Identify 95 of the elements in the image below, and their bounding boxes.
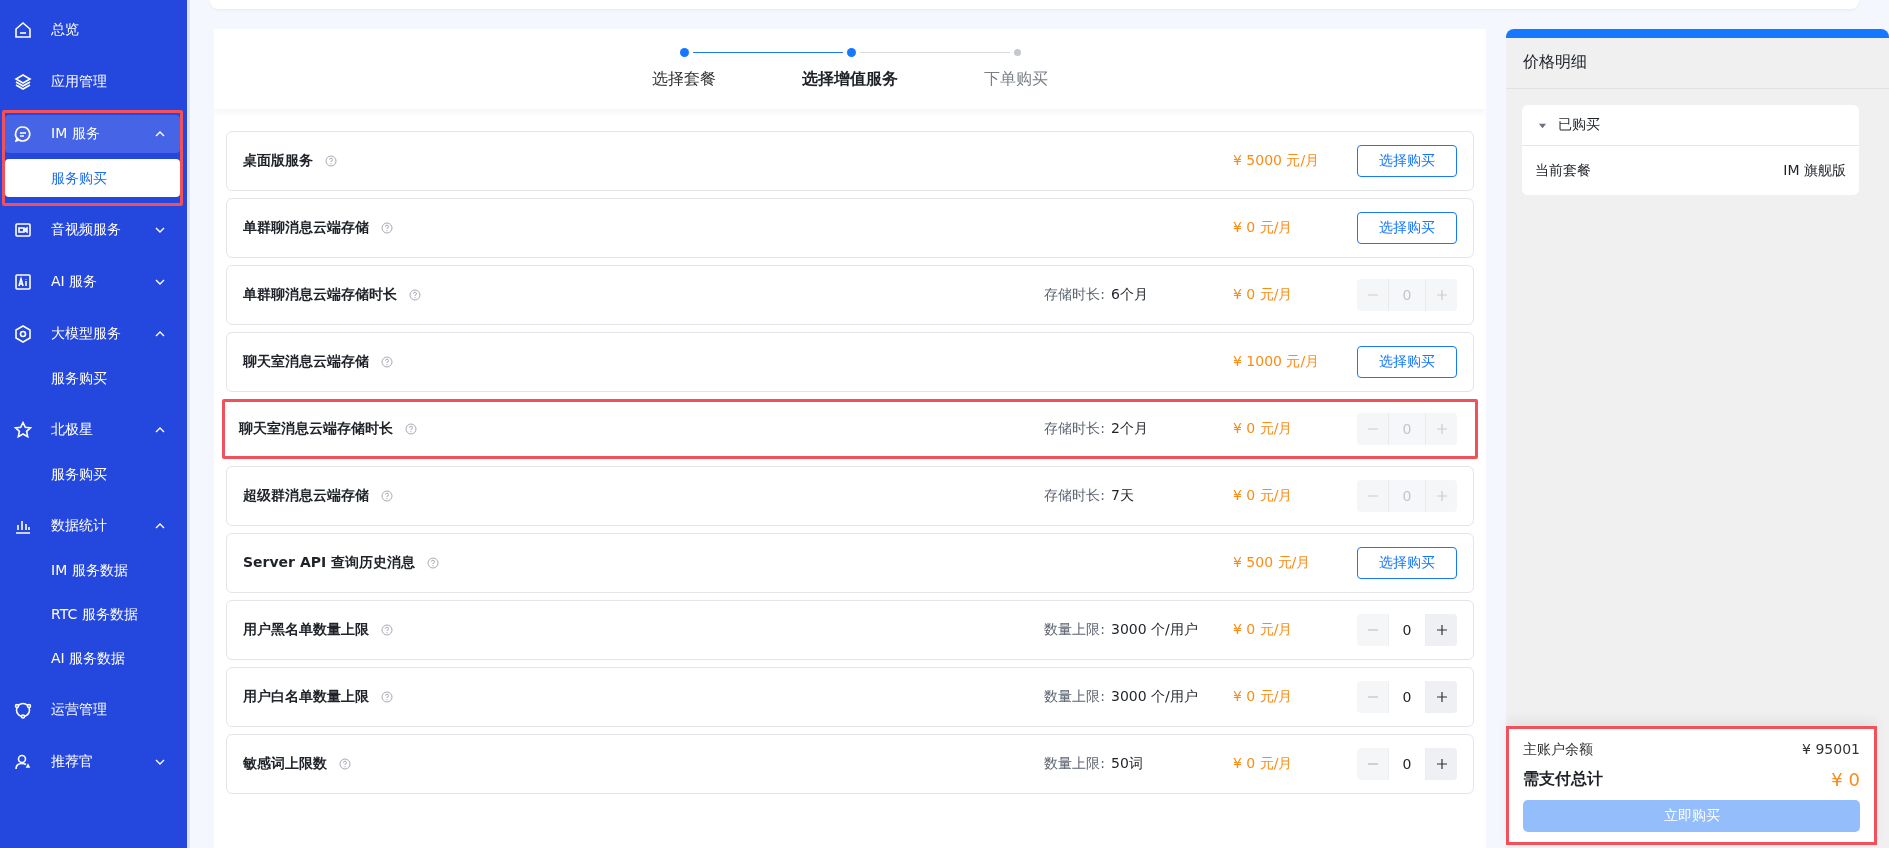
help-icon	[409, 289, 421, 301]
nav-item[interactable]: 推荐官	[5, 743, 180, 781]
person-icon	[13, 752, 33, 772]
detail-label: 存储时长:	[1044, 420, 1105, 438]
detail-value: 3000 个/用户	[1111, 688, 1199, 706]
orbit-icon	[13, 700, 33, 720]
quantity-stepper[interactable]: 0	[1357, 681, 1457, 713]
detail-label: 数量上限:	[1044, 688, 1105, 706]
service-name: Server API 查询历史消息	[243, 554, 416, 572]
total-label: 需支付总计	[1523, 769, 1603, 790]
nav-subitem[interactable]: RTC 服务数据	[5, 595, 180, 633]
nav-subitem[interactable]: IM 服务数据	[5, 551, 180, 589]
price: ¥ 1000 元/月	[1233, 353, 1321, 371]
section-title: 已购买	[1558, 116, 1600, 134]
star-icon	[13, 420, 33, 440]
detail-value: 2个月	[1111, 420, 1149, 438]
service-name: 聊天室消息云端存储时长	[239, 420, 393, 438]
nav-item[interactable]: AI 服务	[5, 263, 180, 301]
plus-icon[interactable]	[1426, 748, 1457, 780]
service-name: 聊天室消息云端存储	[243, 353, 369, 371]
price: ¥ 500 元/月	[1233, 554, 1312, 572]
service-name: 桌面版服务	[243, 152, 313, 170]
help-icon	[381, 222, 393, 234]
quantity-value: 0	[1388, 681, 1426, 713]
price: ¥ 0 元/月	[1233, 755, 1294, 773]
ai-icon	[13, 272, 33, 292]
select-purchase-button[interactable]: 选择购买	[1357, 212, 1457, 244]
help-icon	[381, 624, 393, 636]
nav-subitem[interactable]: 服务购买	[5, 159, 180, 197]
quantity-stepper[interactable]: 0	[1357, 748, 1457, 780]
service-name: 用户白名单数量上限	[243, 688, 369, 706]
step-dot	[1013, 49, 1021, 56]
service-name: 超级群消息云端存储	[243, 487, 369, 505]
detail-value: 50词	[1111, 755, 1144, 773]
step-dot	[679, 48, 689, 57]
price: ¥ 5000 元/月	[1233, 152, 1321, 170]
nav-item[interactable]: 数据统计	[5, 507, 180, 545]
nav-subitem[interactable]: 服务购买	[5, 359, 180, 397]
detail-label: 存储时长:	[1044, 286, 1105, 304]
detail-label: 数量上限:	[1044, 621, 1105, 639]
detail-value: 3000 个/用户	[1111, 621, 1199, 639]
price: ¥ 0 元/月	[1233, 286, 1294, 304]
help-icon	[381, 691, 393, 703]
plus-icon[interactable]	[1426, 681, 1457, 713]
service-name: 单群聊消息云端存储	[243, 219, 369, 237]
step-label[interactable]: 选择增值服务	[788, 69, 912, 90]
price: ¥ 0 元/月	[1233, 420, 1294, 438]
detail-label: 数量上限:	[1044, 755, 1105, 773]
nav-item[interactable]: 总览	[5, 11, 180, 49]
step-dot	[846, 48, 856, 57]
quantity-value: 0	[1388, 614, 1426, 646]
hexagon-icon	[13, 324, 33, 344]
step-label[interactable]: 选择套餐	[622, 69, 746, 90]
nav-item[interactable]: 北极星	[5, 411, 180, 449]
help-icon	[427, 557, 440, 569]
price: ¥ 0 元/月	[1233, 688, 1294, 706]
price: ¥ 0 元/月	[1233, 487, 1294, 505]
row-label: 当前套餐	[1535, 161, 1591, 180]
price: ¥ 0 元/月	[1233, 219, 1294, 237]
service-name: 用户黑名单数量上限	[243, 621, 369, 639]
total-value: ¥ 0	[1831, 769, 1860, 790]
panel-title: 价格明细	[1506, 38, 1889, 89]
step-label[interactable]: 下单购买	[954, 69, 1078, 90]
help-icon	[381, 490, 393, 502]
help-icon	[405, 423, 417, 435]
select-purchase-button[interactable]: 选择购买	[1357, 547, 1457, 579]
detail-value: 6个月	[1111, 286, 1149, 304]
help-icon	[339, 758, 351, 770]
select-purchase-button[interactable]: 选择购买	[1357, 145, 1457, 177]
balance-value: ¥ 95001	[1802, 741, 1860, 759]
detail-label: 存储时长:	[1044, 487, 1105, 505]
nav-item[interactable]: 应用管理	[5, 63, 180, 101]
nav-item[interactable]: IM 服务	[5, 115, 180, 153]
plus-icon[interactable]	[1426, 614, 1457, 646]
video-icon	[13, 220, 33, 240]
row-value: IM 旗舰版	[1783, 161, 1846, 180]
quantity-stepper[interactable]: 0	[1357, 614, 1457, 646]
balance-label: 主账户余额	[1523, 741, 1593, 759]
nav-item[interactable]: 大模型服务	[5, 315, 180, 353]
service-name: 敏感词上限数	[243, 755, 327, 773]
price: ¥ 0 元/月	[1233, 621, 1294, 639]
section-header[interactable]: 已购买	[1522, 105, 1859, 146]
nav-subitem[interactable]: AI 服务数据	[5, 639, 180, 677]
house-icon	[13, 20, 33, 40]
quantity-value: 0	[1388, 748, 1426, 780]
chat-icon	[13, 124, 33, 144]
nav-subitem[interactable]: 服务购买	[5, 455, 180, 493]
help-icon	[381, 356, 393, 368]
nav-item[interactable]: 音视频服务	[5, 211, 180, 249]
detail-value: 7天	[1111, 487, 1135, 505]
help-icon	[325, 155, 337, 167]
layers-icon	[13, 72, 33, 92]
nav-item[interactable]: 运营管理	[5, 691, 180, 729]
service-name: 单群聊消息云端存储时长	[243, 286, 397, 304]
select-purchase-button[interactable]: 选择购买	[1357, 346, 1457, 378]
